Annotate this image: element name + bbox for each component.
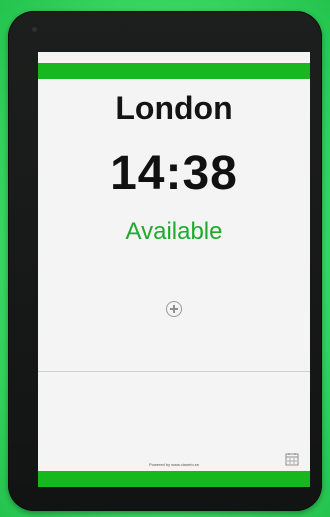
current-time: 14:38 bbox=[110, 147, 238, 200]
availability-status: Available bbox=[125, 218, 223, 245]
powered-by-text: Powered by www.vianeto.se bbox=[148, 462, 200, 467]
tablet-device: London 14:38 Available Powered by www.vi… bbox=[8, 11, 322, 511]
calendar-icon[interactable] bbox=[285, 452, 299, 466]
camera-dot bbox=[32, 27, 37, 32]
add-booking-button[interactable] bbox=[166, 301, 182, 317]
booking-screen: London 14:38 Available Powered by www.vi… bbox=[38, 52, 310, 487]
content-divider bbox=[38, 371, 310, 372]
bottom-status-bar bbox=[38, 471, 310, 487]
room-city: London bbox=[115, 90, 233, 126]
top-status-bar bbox=[38, 63, 310, 79]
